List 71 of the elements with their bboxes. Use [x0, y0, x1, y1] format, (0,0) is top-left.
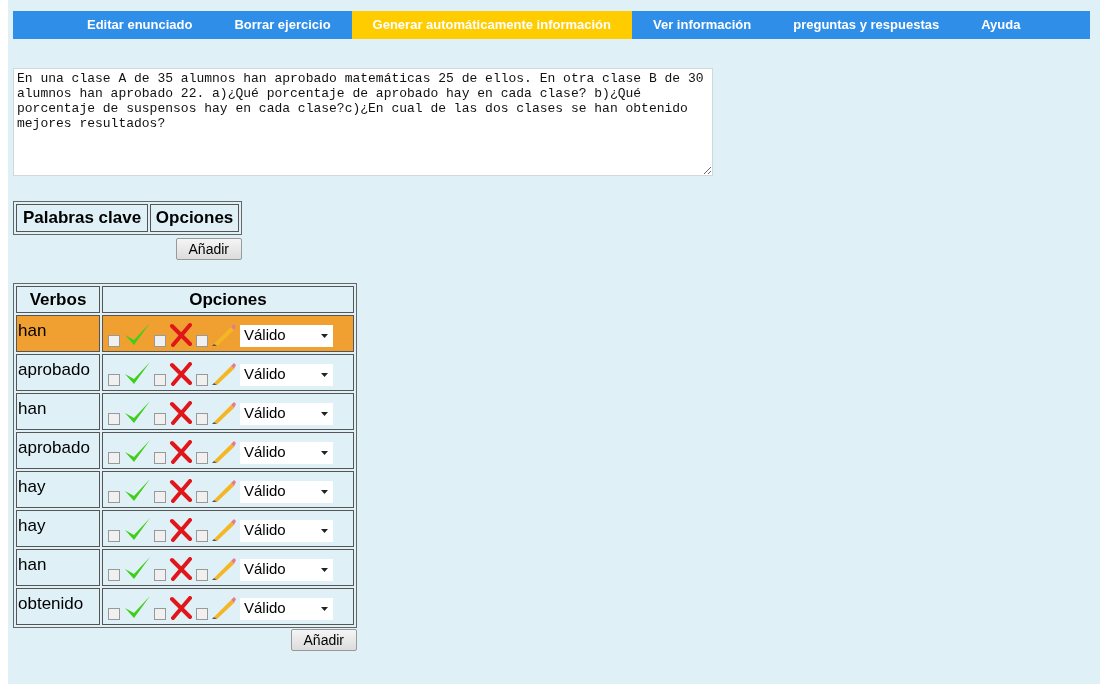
- pencil-icon: [211, 361, 237, 386]
- column-header: Palabras clave: [16, 204, 149, 232]
- verb-text: aprobado: [18, 438, 90, 458]
- caret-icon: [321, 333, 328, 338]
- checkbox[interactable]: [154, 451, 166, 464]
- status-dropdown[interactable]: Válido: [240, 363, 333, 386]
- checkbox[interactable]: [108, 412, 120, 425]
- verb-text: han: [18, 555, 47, 575]
- verb-text: hay: [18, 516, 46, 536]
- cross-icon: [169, 361, 193, 386]
- cross-icon: [169, 439, 193, 464]
- pencil-icon: [211, 517, 237, 542]
- pencil-icon: [211, 556, 237, 581]
- checkbox[interactable]: [108, 607, 120, 620]
- checkbox[interactable]: [108, 490, 120, 503]
- verb-text: obtenido: [18, 594, 84, 614]
- checkbox[interactable]: [196, 334, 208, 347]
- pencil-icon: [211, 400, 237, 425]
- checkbox[interactable]: [154, 373, 166, 386]
- checkbox[interactable]: [154, 568, 166, 581]
- status-dropdown[interactable]: Válido: [240, 558, 333, 581]
- verb-text: han: [18, 399, 47, 419]
- caret-icon: [321, 606, 328, 611]
- checkbox[interactable]: [108, 529, 120, 542]
- caret-icon: [321, 489, 328, 494]
- cross-icon: [169, 517, 193, 542]
- verb-text: han: [18, 321, 47, 341]
- caret-icon: [321, 372, 328, 377]
- checkbox[interactable]: [108, 568, 120, 581]
- cross-icon: [169, 595, 193, 620]
- checkbox[interactable]: [154, 334, 166, 347]
- statement-field[interactable]: En una clase A de 35 alumnos han aprobado matemáticas 25 de ellos. En otra clase B de 30 alumnos han aprobado 22. a)¿Qué porcentaje de aprobado hay en cada clase? b)¿Qué porcentaje de suspensos hay en cada clase?c)¿En cual de las dos clases se han obtenido mejores resultados?: [13, 68, 713, 176]
- pencil-icon: [211, 439, 237, 464]
- checkbox[interactable]: [108, 373, 120, 386]
- add-button[interactable]: Añadir: [290, 629, 357, 651]
- cross-icon: [169, 322, 193, 347]
- checkbox[interactable]: [196, 568, 208, 581]
- add-button[interactable]: Añadir: [175, 237, 242, 260]
- verb-text: aprobado: [18, 360, 90, 380]
- caret-icon: [321, 411, 328, 416]
- caret-icon: [321, 450, 328, 455]
- checkbox[interactable]: [196, 412, 208, 425]
- checkbox[interactable]: [196, 451, 208, 464]
- pencil-icon: [211, 322, 237, 347]
- checkbox[interactable]: [108, 334, 120, 347]
- checkbox[interactable]: [196, 373, 208, 386]
- checkbox[interactable]: [154, 412, 166, 425]
- caret-icon: [321, 528, 328, 533]
- column-header: Opciones: [150, 204, 239, 232]
- checkbox[interactable]: [154, 607, 166, 620]
- checkbox[interactable]: [154, 490, 166, 503]
- pencil-icon: [211, 478, 237, 503]
- status-dropdown[interactable]: Válido: [240, 324, 333, 347]
- checkbox[interactable]: [196, 529, 208, 542]
- cross-icon: [169, 400, 193, 425]
- status-dropdown[interactable]: Válido: [240, 597, 333, 620]
- checkbox[interactable]: [196, 490, 208, 503]
- checkbox[interactable]: [154, 529, 166, 542]
- status-dropdown[interactable]: Válido: [240, 519, 333, 542]
- status-dropdown[interactable]: Válido: [240, 402, 333, 425]
- cross-icon: [169, 478, 193, 503]
- cross-icon: [169, 556, 193, 581]
- checkbox[interactable]: [196, 607, 208, 620]
- pencil-icon: [211, 595, 237, 620]
- verb-text: hay: [18, 477, 46, 497]
- column-header: Opciones: [102, 285, 354, 313]
- column-header: Verbos: [16, 285, 100, 313]
- caret-icon: [321, 567, 328, 572]
- status-dropdown[interactable]: Válido: [240, 480, 333, 503]
- checkbox[interactable]: [108, 451, 120, 464]
- status-dropdown[interactable]: Válido: [240, 441, 333, 464]
